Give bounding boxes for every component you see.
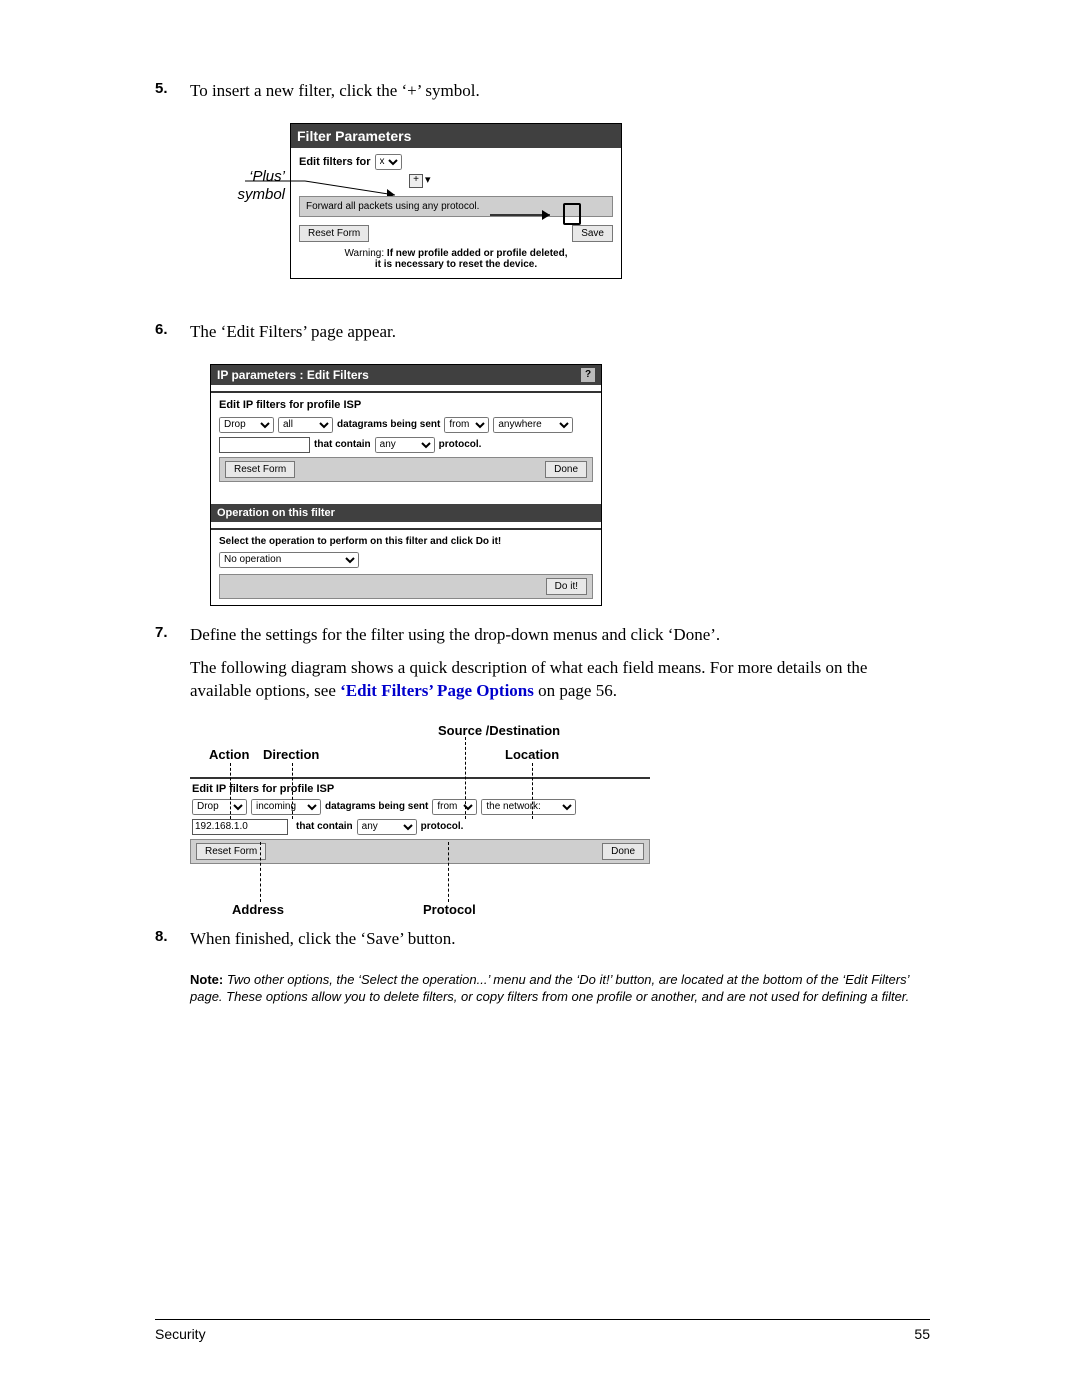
protocol-label: protocol. — [439, 439, 482, 450]
address-input[interactable] — [219, 437, 310, 453]
label-action: Action — [209, 747, 249, 762]
action-select[interactable]: Drop — [192, 799, 247, 815]
figure-field-annotations: Source /Destination Action Direction Loc… — [190, 723, 650, 914]
datagrams-label: datagrams being sent — [325, 801, 428, 812]
direction-select[interactable]: all — [278, 417, 333, 433]
label-address: Address — [232, 902, 284, 917]
step-number: 6. — [155, 321, 190, 354]
location-select[interactable]: anywhere — [493, 417, 573, 433]
step-number: 7. — [155, 624, 190, 713]
do-it-button[interactable]: Do it! — [546, 578, 587, 595]
page-number: 55 — [914, 1326, 930, 1342]
figure-edit-filters: IP parameters : Edit Filters ? Edit IP f… — [190, 364, 930, 606]
fromto-select[interactable]: from — [444, 417, 489, 433]
paper-icon — [563, 203, 581, 225]
edit-filters-for-select[interactable]: x — [375, 154, 402, 170]
reset-form-button[interactable]: Reset Form — [225, 461, 295, 478]
direction-select[interactable]: incoming — [251, 799, 321, 815]
save-button[interactable]: Save — [572, 225, 613, 242]
section-heading: Edit IP filters for profile ISP — [219, 399, 593, 411]
panel-title: Filter Parameters — [291, 124, 621, 148]
reset-form-button[interactable]: Reset Form — [196, 843, 266, 860]
label-direction: Direction — [263, 747, 319, 762]
step-text: When finished, click the ‘Save’ button. — [190, 928, 930, 951]
section-heading: Edit IP filters for profile ISP — [190, 779, 650, 799]
done-button[interactable]: Done — [602, 843, 644, 860]
cross-ref-link[interactable]: ‘Edit Filters’ Page Options — [340, 681, 534, 700]
panel-title: IP parameters : Edit Filters — [217, 368, 369, 382]
done-button[interactable]: Done — [545, 461, 587, 478]
location-select[interactable]: the network: — [481, 799, 576, 815]
plus-icon[interactable]: + — [409, 174, 423, 188]
step-text: Define the settings for the filter using… — [190, 624, 930, 647]
step-text: The ‘Edit Filters’ page appear. — [190, 321, 930, 344]
that-contain-label: that contain — [296, 821, 353, 832]
action-select[interactable]: Drop — [219, 417, 274, 433]
figure-filter-parameters: ‘Plus’ symbol Filter Parameters Edit fil… — [190, 123, 930, 303]
step-text: The following diagram shows a quick desc… — [190, 657, 930, 703]
address-input[interactable] — [192, 819, 288, 835]
step-number: 8. — [155, 928, 190, 961]
section-heading: Operation on this filter — [211, 504, 601, 522]
down-arrow-icon[interactable]: ▾ — [425, 173, 431, 186]
that-contain-label: that contain — [314, 439, 371, 450]
footer-section: Security — [155, 1326, 206, 1342]
operation-select[interactable]: No operation — [219, 552, 359, 568]
step-text: To insert a new filter, click the ‘+’ sy… — [190, 80, 930, 103]
callout-plus-symbol: ‘Plus’ symbol — [200, 168, 285, 204]
operation-instruction: Select the operation to perform on this … — [219, 536, 593, 547]
label-protocol: Protocol — [423, 902, 476, 917]
help-icon[interactable]: ? — [581, 368, 595, 382]
label-location: Location — [505, 747, 559, 762]
fromto-select[interactable]: from — [432, 799, 477, 815]
protocol-select[interactable]: any — [357, 819, 417, 835]
protocol-label: protocol. — [421, 821, 464, 832]
note-block: Note: Two other options, the ‘Select the… — [190, 971, 930, 1006]
step-number: 5. — [155, 80, 190, 113]
edit-filters-for-label: Edit filters for — [299, 156, 371, 168]
label-source-destination: Source /Destination — [438, 723, 560, 738]
protocol-select[interactable]: any — [375, 437, 435, 453]
reset-form-button[interactable]: Reset Form — [299, 225, 369, 242]
datagrams-label: datagrams being sent — [337, 419, 440, 430]
warning-text: Warning: If new profile added or profile… — [299, 248, 613, 270]
